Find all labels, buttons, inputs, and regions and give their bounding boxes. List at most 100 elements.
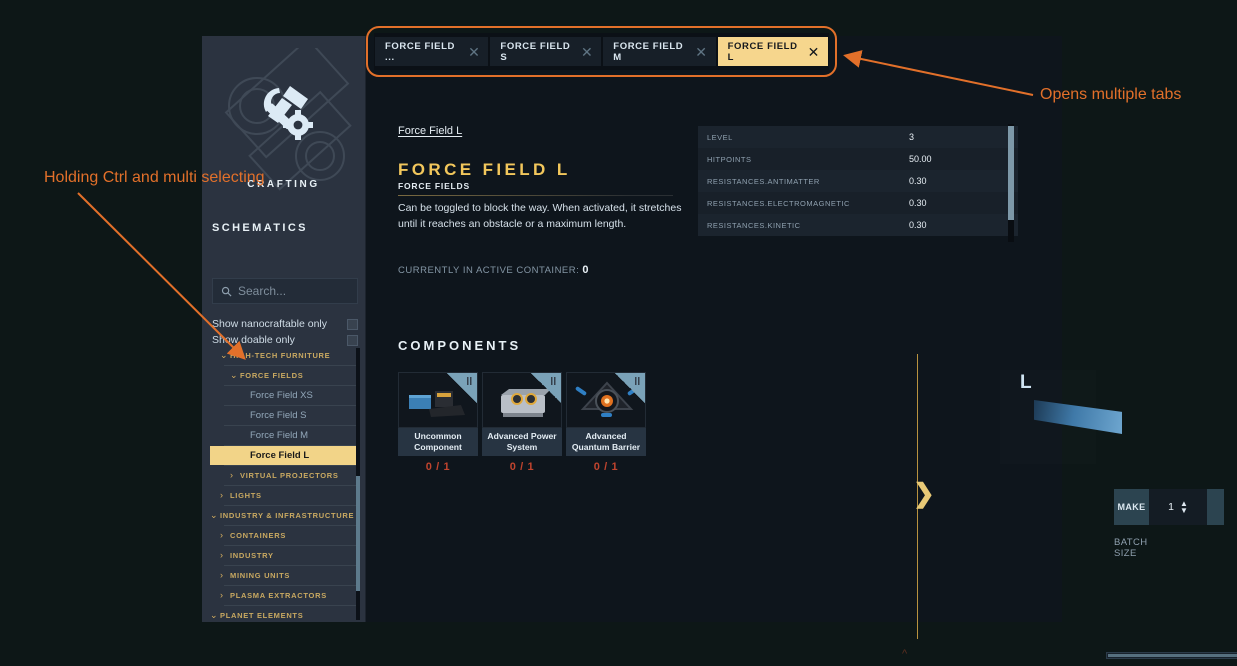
- tree-item-label: PLANET ELEMENTS: [220, 611, 304, 620]
- tree-item[interactable]: › PLASMA EXTRACTORS: [210, 586, 360, 605]
- make-button[interactable]: MAKE: [1114, 489, 1149, 525]
- horizontal-scrollbar[interactable]: [1106, 652, 1237, 659]
- tree-item-label: PLASMA EXTRACTORS: [230, 591, 327, 600]
- tree-item[interactable]: › INDUSTRY: [210, 546, 360, 565]
- item-description: Can be toggled to block the way. When ac…: [398, 202, 682, 231]
- tree-item[interactable]: Force Field XS: [210, 386, 360, 405]
- stats-scrollbar-thumb[interactable]: [1008, 126, 1014, 220]
- page-title: FORCE FIELD L: [398, 160, 571, 179]
- component-name: Uncommon Component: [398, 428, 478, 456]
- chevron-down-icon[interactable]: ⌄: [230, 371, 240, 380]
- chevron-right-icon[interactable]: ›: [220, 491, 230, 500]
- close-icon[interactable]: ✕: [808, 45, 820, 59]
- tab-label: FORCE FIELD ...: [385, 40, 455, 63]
- component-card[interactable]: Advanced Quantum Barrier 0 / 1: [566, 372, 646, 473]
- component-name: Advanced Quantum Barrier: [566, 428, 646, 456]
- chevron-down-icon[interactable]: ⌄: [210, 511, 220, 520]
- make-button-tail[interactable]: [1207, 489, 1224, 525]
- batch-size-label: BATCH SIZE: [1114, 537, 1148, 559]
- make-quantity-value: 1: [1168, 501, 1174, 513]
- close-icon[interactable]: ✕: [695, 45, 707, 59]
- preview-size-badge: L: [1020, 372, 1032, 393]
- tree-item[interactable]: Force Field M: [210, 426, 360, 445]
- annotation-left-text: Holding Ctrl and multi selecting: [44, 169, 265, 186]
- close-icon[interactable]: ✕: [581, 45, 593, 59]
- stat-key: RESISTANCES.KINETIC: [698, 214, 900, 236]
- component-quantity: 0 / 1: [425, 461, 451, 473]
- component-quantity: 0 / 1: [593, 461, 619, 473]
- tab-label: FORCE FIELD S: [500, 40, 571, 63]
- tree-item-label: Force Field L: [250, 450, 310, 461]
- tree-item[interactable]: › MINING UNITS: [210, 566, 360, 585]
- title-divider: [398, 195, 673, 196]
- tree-item-label: HIGH-TECH FURNITURE: [230, 351, 331, 360]
- table-row: HITPOINTS 50.00: [698, 148, 1018, 170]
- active-container-row: CURRENTLY IN ACTIVE CONTAINER: 0: [398, 264, 589, 276]
- tree-item[interactable]: › VIRTUAL PROJECTORS: [210, 466, 360, 485]
- tree-item-label: Force Field S: [250, 410, 307, 421]
- tree-scrollbar-thumb[interactable]: [356, 476, 360, 591]
- filter-nanocraftable[interactable]: Show nanocraftable only: [212, 316, 358, 332]
- prev-recipe-icon[interactable]: ❯: [913, 480, 935, 506]
- chevron-down-icon[interactable]: ⌄: [210, 611, 220, 620]
- stat-key: RESISTANCES.ANTIMATTER: [698, 170, 900, 192]
- checkbox-doable[interactable]: [347, 334, 358, 346]
- tab-2[interactable]: FORCE FIELD M ✕: [603, 37, 716, 66]
- stat-value: 0.30: [900, 192, 1018, 214]
- tree-item[interactable]: ⌄ PLANET ELEMENTS: [210, 606, 360, 622]
- chevron-right-icon[interactable]: ›: [220, 591, 230, 600]
- chevron-right-icon[interactable]: ›: [220, 531, 230, 540]
- search-input[interactable]: Search...: [212, 278, 358, 304]
- tree-item[interactable]: Force Field S: [210, 406, 360, 425]
- chevron-down-icon[interactable]: ⌄: [220, 351, 230, 360]
- tree-scrollbar[interactable]: [356, 348, 360, 620]
- tree-item[interactable]: › LIGHTS: [210, 486, 360, 505]
- tree-item[interactable]: Force Field L: [210, 446, 360, 465]
- make-quantity-stepper[interactable]: 1 ▲ ▼: [1149, 489, 1207, 525]
- tree-item-label: LIGHTS: [230, 491, 262, 500]
- chevron-right-icon[interactable]: ›: [220, 571, 230, 580]
- tree-item-label: FORCE FIELDS: [240, 371, 304, 380]
- active-container-label: CURRENTLY IN ACTIVE CONTAINER:: [398, 265, 580, 276]
- close-icon[interactable]: ✕: [468, 45, 480, 59]
- item-category: FORCE FIELDS: [398, 181, 470, 191]
- component-thumbnail: [398, 372, 478, 428]
- schematics-title: SCHEMATICS: [212, 222, 308, 234]
- tab-bar[interactable]: FORCE FIELD ... ✕ FORCE FIELD S ✕ FORCE FIEL…: [374, 33, 829, 70]
- schematics-sidebar: CRAFTING SCHEMATICS Search... Show nanoc…: [202, 36, 366, 622]
- tab-3[interactable]: FORCE FIELD L ✕: [717, 37, 828, 66]
- component-card[interactable]: Advanced Power System 0 / 1: [482, 372, 562, 473]
- stepper-arrows-icon[interactable]: ▲ ▼: [1180, 500, 1188, 515]
- tab-1[interactable]: FORCE FIELD S ✕: [490, 37, 602, 66]
- tab-label: FORCE FIELD L: [727, 40, 798, 63]
- component-quantity: 0 / 1: [509, 461, 535, 473]
- rarity-corner-icon: [531, 373, 561, 403]
- checkbox-nanocraftable[interactable]: [347, 318, 358, 330]
- tree-item[interactable]: ⌄ FORCE FIELDS: [210, 366, 360, 385]
- stat-value: 50.00: [900, 148, 1018, 170]
- filter-doable-label: Show doable only: [212, 334, 295, 346]
- tree-item[interactable]: › CONTAINERS: [210, 526, 360, 545]
- table-row: RESISTANCES.KINETIC 0.30: [698, 214, 1018, 236]
- schematics-tree[interactable]: ⌄ HIGH-TECH FURNITURE ⌄ FORCE FIELDS Force F…: [210, 346, 360, 622]
- table-row: RESISTANCES.ELECTROMAGNETIC 0.30: [698, 192, 1018, 214]
- tab-0[interactable]: FORCE FIELD ... ✕: [375, 37, 489, 66]
- tree-item[interactable]: ⌄INDUSTRY & INFRASTRUCTURE ELEMENTS: [210, 506, 360, 525]
- tree-item-label: CONTAINERS: [230, 531, 287, 540]
- tab-label: FORCE FIELD M: [613, 40, 684, 63]
- tree-item-label: VIRTUAL PROJECTORS: [240, 471, 339, 480]
- horizontal-scrollbar-thumb[interactable]: [1108, 654, 1237, 657]
- table-row: LEVEL 3: [698, 126, 1018, 148]
- chevron-right-icon[interactable]: ›: [230, 471, 240, 480]
- component-name: Advanced Power System: [482, 428, 562, 456]
- chevron-right-icon[interactable]: ›: [220, 551, 230, 560]
- component-card[interactable]: Uncommon Component 0 / 1: [398, 372, 478, 473]
- stat-key: LEVEL: [698, 126, 900, 148]
- breadcrumb[interactable]: Force Field L: [398, 125, 462, 137]
- stats-scrollbar[interactable]: [1008, 124, 1014, 242]
- collapse-caret-icon[interactable]: ^: [902, 648, 907, 660]
- tree-item[interactable]: ⌄ HIGH-TECH FURNITURE: [210, 346, 360, 365]
- rarity-corner-icon: [447, 373, 477, 403]
- stat-value: 0.30: [900, 170, 1018, 192]
- stat-key: HITPOINTS: [698, 148, 900, 170]
